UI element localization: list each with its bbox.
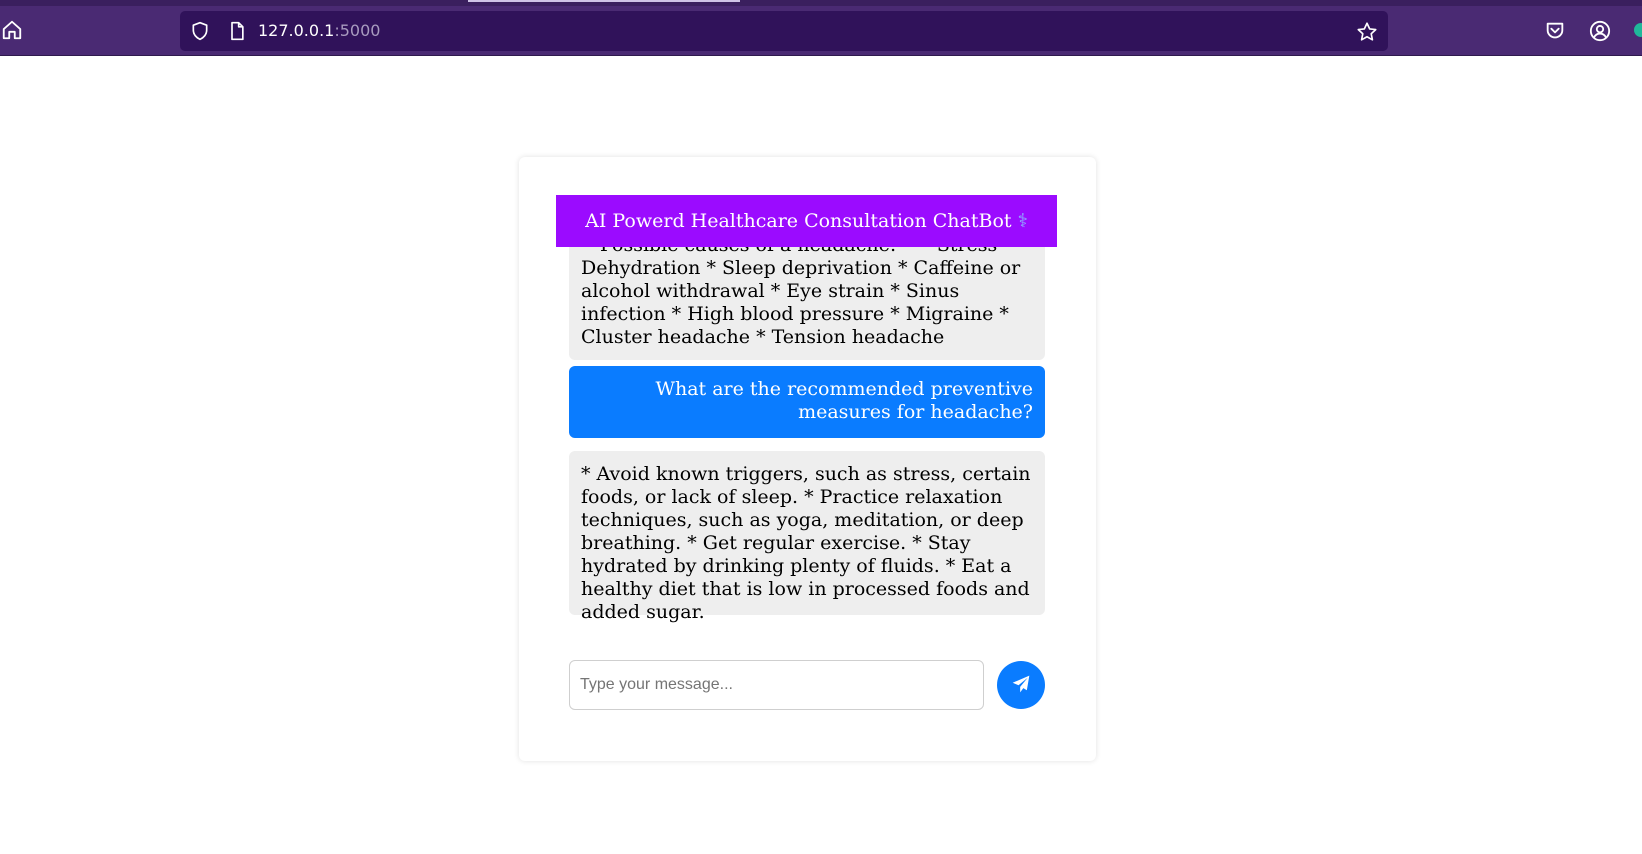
bot-message: **Possible causes of a headache:** * Str… [569, 247, 1045, 360]
bot-message-text: * Avoid known triggers, such as stress, … [581, 463, 1031, 623]
bot-message-text: **Possible causes of a headache:** * Str… [581, 247, 1021, 348]
chat-header: AI Powerd Healthcare Consultation ChatBo… [556, 195, 1057, 247]
url-bar[interactable]: 127.0.0.1:5000 [180, 11, 1388, 51]
chat-messages[interactable]: **Possible causes of a headache:** * Str… [569, 247, 1045, 687]
account-icon[interactable] [1589, 20, 1611, 42]
chat-container: AI Powerd Healthcare Consultation ChatBo… [519, 157, 1096, 761]
star-icon[interactable] [1356, 21, 1378, 43]
send-button[interactable] [997, 661, 1045, 709]
caduceus-icon: ⚕ [1017, 210, 1028, 232]
message-input[interactable] [569, 660, 984, 710]
browser-toolbar: 127.0.0.1:5000 [0, 0, 1642, 56]
shield-icon[interactable] [190, 21, 210, 41]
home-icon[interactable] [0, 18, 24, 42]
active-tab-indicator [468, 0, 740, 2]
user-message-text: What are the recommended preventive meas… [655, 378, 1033, 423]
chat-input-row [569, 660, 1045, 710]
page-icon [227, 21, 247, 41]
extension-icon[interactable] [1634, 23, 1642, 37]
bot-message: * Avoid known triggers, such as stress, … [569, 451, 1045, 623]
pocket-icon[interactable] [1544, 20, 1566, 42]
url-port: :5000 [334, 21, 381, 40]
url-text[interactable]: 127.0.0.1:5000 [258, 21, 380, 41]
url-host: 127.0.0.1 [258, 21, 335, 40]
tab-strip [0, 0, 1642, 6]
paper-plane-icon [1011, 674, 1031, 697]
user-message: What are the recommended preventive meas… [569, 366, 1045, 438]
chat-title: AI Powerd Healthcare Consultation ChatBo… [585, 210, 1012, 232]
